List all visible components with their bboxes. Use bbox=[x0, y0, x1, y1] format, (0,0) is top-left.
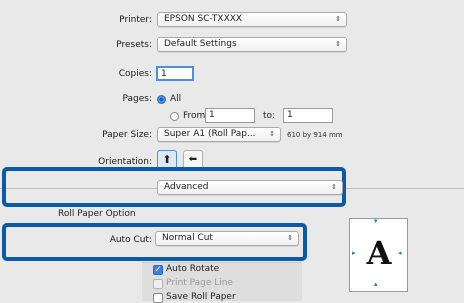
right-margin-arrow-icon: ◂ bbox=[398, 249, 402, 257]
left-margin-arrow-icon: ▸ bbox=[352, 249, 356, 257]
page-preview: ▾ ▴ ▸ ◂ A bbox=[349, 218, 408, 292]
pages-to-label: to: bbox=[263, 111, 276, 121]
top-margin-arrow-icon: ▾ bbox=[374, 217, 378, 225]
auto-cut-value: Normal Cut bbox=[162, 233, 213, 243]
popup-arrows-icon: ⇕ bbox=[287, 234, 293, 242]
print-page-line-label: Print Page Line bbox=[166, 278, 233, 288]
pages-from-field[interactable]: 1 bbox=[205, 108, 255, 123]
popup-arrows-icon: ⇕ bbox=[335, 40, 341, 48]
presets-popup[interactable]: Default Settings ⇕ bbox=[157, 37, 347, 52]
panel-value: Advanced bbox=[164, 182, 209, 192]
popup-arrows-icon: ⇕ bbox=[331, 183, 337, 191]
copies-label: Copies: bbox=[118, 69, 152, 79]
landscape-icon: ⬅ bbox=[188, 154, 198, 165]
printer-popup[interactable]: EPSON SC-TXXXX ⇕ bbox=[157, 12, 347, 27]
copies-value: 1 bbox=[161, 69, 167, 79]
pages-to-value: 1 bbox=[287, 110, 293, 120]
pages-to-field[interactable]: 1 bbox=[283, 108, 333, 123]
printer-value: EPSON SC-TXXXX bbox=[164, 14, 243, 24]
auto-rotate-label: Auto Rotate bbox=[166, 264, 220, 274]
paper-size-label: Paper Size: bbox=[102, 130, 152, 140]
save-roll-paper-label: Save Roll Paper bbox=[166, 292, 236, 302]
popup-arrows-icon: ⇕ bbox=[335, 15, 341, 23]
portrait-icon: ⬆ bbox=[162, 153, 172, 166]
roll-paper-section-label: Roll Paper Option bbox=[58, 209, 136, 219]
paper-size-value: Super A1 (Roll Pap... bbox=[164, 129, 256, 139]
auto-rotate-checkbox[interactable]: ✓ bbox=[153, 265, 163, 275]
pages-label: Pages: bbox=[122, 94, 152, 104]
paper-size-popup[interactable]: Super A1 (Roll Pap... ⇕ bbox=[157, 127, 281, 142]
bottom-margin-arrow-icon: ▴ bbox=[374, 280, 378, 288]
panel-popup[interactable]: Advanced ⇕ bbox=[157, 180, 343, 195]
presets-label: Presets: bbox=[116, 40, 152, 50]
pages-from-radio[interactable] bbox=[170, 112, 179, 121]
auto-cut-popup[interactable]: Normal Cut ⇕ bbox=[155, 231, 299, 246]
print-page-line-checkbox[interactable] bbox=[153, 279, 163, 289]
save-roll-paper-checkbox[interactable] bbox=[153, 293, 163, 303]
printer-label: Printer: bbox=[119, 15, 152, 25]
pages-from-value: 1 bbox=[209, 110, 215, 120]
paper-dimensions: 610 by 914 mm bbox=[287, 131, 343, 139]
copies-field[interactable]: 1 bbox=[156, 66, 194, 81]
preview-glyph: A bbox=[366, 234, 392, 272]
popup-arrows-icon: ⇕ bbox=[269, 130, 275, 138]
presets-value: Default Settings bbox=[164, 39, 237, 49]
auto-cut-label: Auto Cut: bbox=[109, 235, 152, 245]
pages-all-radio[interactable] bbox=[157, 95, 166, 104]
orientation-label: Orientation: bbox=[98, 157, 152, 167]
pages-all-label: All bbox=[170, 94, 182, 104]
